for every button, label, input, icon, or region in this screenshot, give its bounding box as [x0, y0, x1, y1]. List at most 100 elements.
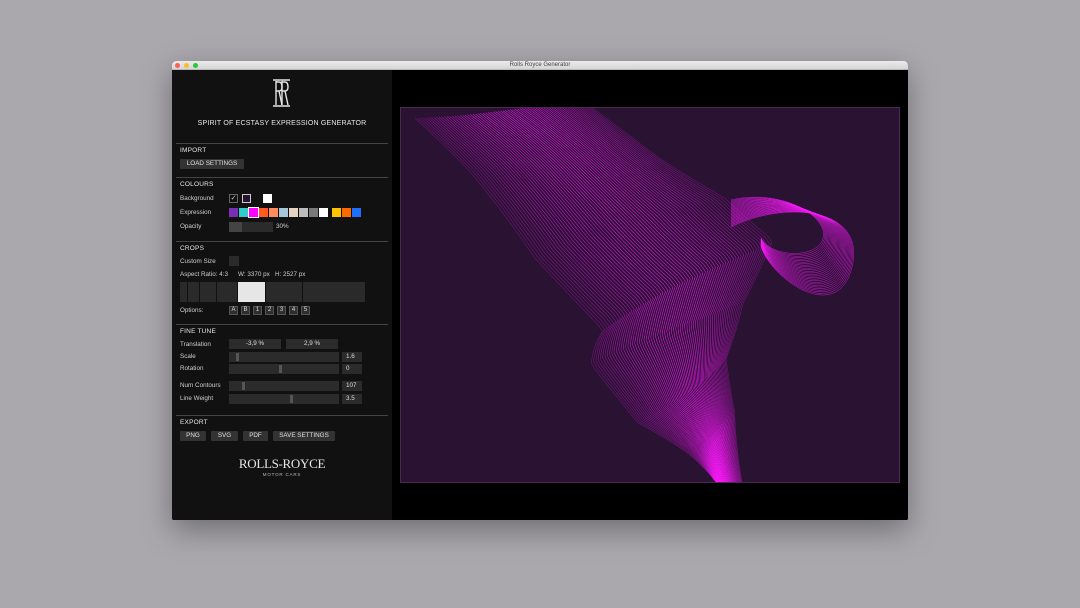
- crop-preset[interactable]: [217, 282, 237, 302]
- option-a-button[interactable]: A: [229, 306, 238, 315]
- scale-label: Scale: [180, 353, 196, 360]
- import-section-title: IMPORT: [180, 147, 207, 154]
- expression-swatch[interactable]: [279, 208, 288, 217]
- expression-swatch[interactable]: [309, 208, 318, 217]
- rotation-slider-thumb[interactable]: [279, 365, 282, 373]
- save-settings-button[interactable]: SAVE SETTINGS: [273, 431, 335, 441]
- crop-presets: [180, 282, 365, 303]
- colours-section-title: COLOURS: [180, 181, 214, 188]
- opacity-value: 30%: [276, 223, 289, 230]
- expression-swatch[interactable]: [239, 208, 248, 217]
- divider: [176, 241, 388, 242]
- scale-slider[interactable]: [229, 352, 339, 362]
- export-section-title: EXPORT: [180, 419, 208, 426]
- crop-options: A B 1 2 3 4 5: [229, 306, 311, 316]
- custom-size-label: Custom Size: [180, 258, 216, 265]
- divider: [176, 415, 388, 416]
- background-label: Background: [180, 195, 214, 202]
- crop-preset[interactable]: [266, 282, 302, 302]
- background-swatch[interactable]: [242, 194, 251, 203]
- opacity-label: Opacity: [180, 223, 202, 230]
- divider: [176, 324, 388, 325]
- custom-size-checkbox[interactable]: [229, 256, 239, 266]
- crop-preset[interactable]: [303, 282, 365, 302]
- rotation-value[interactable]: 0: [342, 364, 362, 374]
- contour-line: [589, 108, 770, 482]
- preview-area: [392, 70, 908, 520]
- contour-line: [459, 115, 719, 482]
- title-bar: Rolls Royce Generator: [172, 61, 908, 70]
- expression-swatch[interactable]: [248, 207, 259, 218]
- app-window: Rolls Royce Generator SPIRIT OF ECSTASY …: [172, 61, 908, 520]
- crop-preset[interactable]: [200, 282, 216, 302]
- background-swatch[interactable]: ✓: [229, 194, 238, 203]
- contour-line: [507, 109, 725, 482]
- option-3-button[interactable]: 3: [277, 306, 286, 315]
- contour-line: [559, 108, 740, 482]
- aspect-ratio-label: Aspect Ratio: 4:3: [180, 271, 228, 278]
- option-5-button[interactable]: 5: [301, 306, 310, 315]
- num-contours-slider[interactable]: [229, 381, 339, 391]
- load-settings-button[interactable]: LOAD SETTINGS: [180, 159, 244, 169]
- rotation-slider[interactable]: [229, 364, 339, 374]
- option-b-button[interactable]: B: [241, 306, 250, 315]
- rolls-royce-logo: ROLLS-ROYCE: [238, 456, 326, 471]
- expression-ribbon: [414, 108, 855, 482]
- expression-canvas[interactable]: [400, 107, 900, 483]
- export-svg-button[interactable]: SVG: [211, 431, 238, 441]
- expression-label: Expression: [180, 209, 212, 216]
- crop-preset[interactable]: [180, 282, 187, 302]
- app-title: SPIRIT OF ECSTASY EXPRESSION GENERATOR: [197, 120, 367, 127]
- expression-swatch[interactable]: [259, 208, 268, 217]
- crops-section-title: CROPS: [180, 245, 205, 252]
- rr-monogram-icon: [273, 79, 290, 107]
- crop-preset[interactable]: [188, 282, 199, 302]
- scale-slider-thumb[interactable]: [236, 353, 239, 361]
- opacity-slider-fill: [229, 222, 243, 232]
- num-contours-slider-thumb[interactable]: [242, 382, 245, 390]
- export-png-button[interactable]: PNG: [180, 431, 206, 441]
- crop-height-label: H: 2527 px: [275, 271, 306, 278]
- contour-line: [444, 116, 718, 482]
- contour-line: [532, 108, 729, 482]
- num-contours-label: Num Contours: [180, 382, 221, 389]
- crop-preset-selected[interactable]: [238, 282, 265, 302]
- contour-line: [417, 117, 717, 482]
- num-contours-value[interactable]: 107: [342, 381, 362, 391]
- divider: [176, 143, 388, 144]
- expression-swatch[interactable]: [289, 208, 298, 217]
- settings-sidebar: SPIRIT OF ECSTASY EXPRESSION GENERATOR I…: [172, 70, 392, 520]
- line-weight-value[interactable]: 3.5: [342, 394, 362, 404]
- scale-value[interactable]: 1.6: [342, 352, 362, 362]
- expression-swatch[interactable]: [332, 208, 341, 217]
- background-swatch[interactable]: [263, 194, 272, 203]
- contour-line: [512, 109, 725, 482]
- fine-tune-section-title: FINE TUNE: [180, 328, 216, 335]
- opacity-slider[interactable]: [229, 222, 273, 232]
- contour-line: [485, 112, 721, 482]
- line-weight-label: Line Weight: [180, 395, 214, 402]
- contour-line: [546, 108, 732, 482]
- option-4-button[interactable]: 4: [289, 306, 298, 315]
- crop-width-label: W: 3370 px: [238, 271, 270, 278]
- options-label: Options:: [180, 307, 204, 314]
- contour-line: [454, 115, 718, 482]
- contour-line: [519, 108, 727, 482]
- expression-swatch[interactable]: [269, 208, 278, 217]
- line-weight-slider[interactable]: [229, 394, 339, 404]
- expression-swatch[interactable]: [352, 208, 361, 217]
- expression-swatch[interactable]: [299, 208, 308, 217]
- window-title: Rolls Royce Generator: [509, 62, 571, 68]
- translation-x-field[interactable]: -3,9 %: [229, 339, 281, 349]
- translation-label: Translation: [180, 341, 211, 348]
- option-1-button[interactable]: 1: [253, 306, 262, 315]
- divider: [176, 177, 388, 178]
- export-pdf-button[interactable]: PDF: [243, 431, 268, 441]
- expression-swatch[interactable]: [342, 208, 351, 217]
- rotation-label: Rotation: [180, 365, 204, 372]
- expression-swatch[interactable]: [319, 208, 328, 217]
- option-2-button[interactable]: 2: [265, 306, 274, 315]
- line-weight-slider-thumb[interactable]: [290, 395, 293, 403]
- translation-y-field[interactable]: 2,9 %: [286, 339, 338, 349]
- expression-swatch[interactable]: [229, 208, 238, 217]
